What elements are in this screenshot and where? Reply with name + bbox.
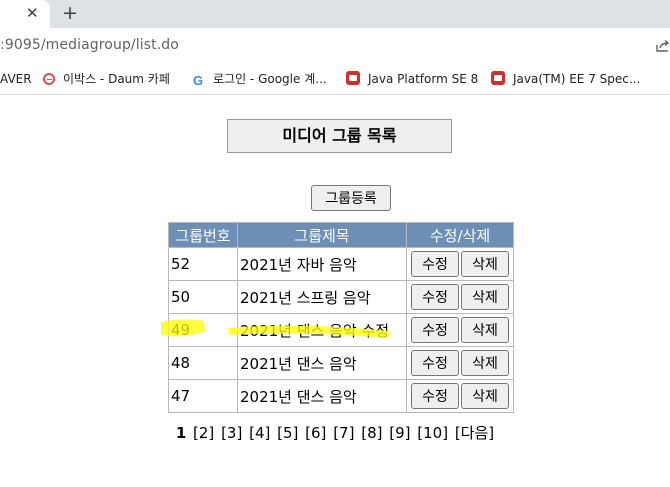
edit-button[interactable]: 수정	[411, 317, 459, 343]
group-title: 2021년 자바 음악	[237, 247, 407, 281]
browser-tab[interactable]: ✕	[0, 0, 50, 28]
row-actions: 수정 삭제	[406, 379, 514, 413]
column-header-group-no: 그룹번호	[168, 222, 238, 248]
delete-button[interactable]: 삭제	[461, 350, 509, 376]
delete-button[interactable]: 삭제	[461, 383, 509, 409]
bookmark-label: Java Platform SE 8	[368, 72, 479, 86]
register-group-button[interactable]: 그룹등록	[311, 185, 391, 211]
row-actions: 수정 삭제	[406, 247, 514, 281]
page-link[interactable]: [10]	[417, 424, 448, 442]
tab-strip: ✕ +	[0, 0, 670, 28]
java-icon	[346, 71, 360, 85]
table-header-row: 그룹번호 그룹제목 수정/삭제	[168, 222, 514, 248]
url-text[interactable]: :9095/mediagroup/list.do	[0, 37, 179, 53]
delete-button[interactable]: 삭제	[461, 284, 509, 310]
page-link[interactable]: [7]	[333, 424, 354, 442]
delete-button[interactable]: 삭제	[461, 317, 509, 343]
bookmark-naver[interactable]: AVER	[0, 71, 32, 89]
group-number: 47	[168, 379, 238, 413]
table-row: 49 2021년 댄스 음악 수정 수정 삭제	[168, 313, 514, 347]
bookmark-label: AVER	[0, 72, 32, 86]
row-actions: 수정 삭제	[406, 346, 514, 380]
group-title: 2021년 댄스 음악	[237, 379, 407, 413]
bookmarks-bar: AVER 이박스 - Daum 카페 G 로그인 - Google 계... Ja…	[0, 64, 670, 95]
bookmark-label: 로그인 - Google 계...	[213, 72, 327, 86]
edit-button[interactable]: 수정	[411, 383, 459, 409]
page-link[interactable]: [8]	[361, 424, 382, 442]
group-table: 그룹번호 그룹제목 수정/삭제 52 2021년 자바 음악 수정 삭제 50 2…	[168, 222, 514, 413]
address-bar[interactable]: :9095/mediagroup/list.do	[0, 28, 670, 64]
column-header-edit-delete: 수정/삭제	[406, 222, 514, 248]
page-link[interactable]: [6]	[305, 424, 326, 442]
row-actions: 수정 삭제	[406, 313, 514, 347]
google-icon: G	[193, 73, 204, 88]
page-current: 1	[175, 424, 187, 442]
row-actions: 수정 삭제	[406, 280, 514, 314]
page-next-link[interactable]: [다음]	[455, 424, 494, 442]
bookmark-label: Java(TM) EE 7 Spec...	[513, 72, 641, 86]
daum-icon	[43, 73, 55, 85]
bookmark-label: 이박스 - Daum 카페	[63, 72, 170, 86]
bookmark-daum-cafe[interactable]: 이박스 - Daum 카페	[43, 71, 170, 89]
bookmark-google-login[interactable]: G 로그인 - Google 계...	[193, 71, 327, 89]
group-number: 52	[168, 247, 238, 281]
bookmark-java-se8[interactable]: Java Platform SE 8	[346, 71, 478, 89]
share-icon[interactable]	[656, 40, 670, 52]
group-number: 48	[168, 346, 238, 380]
page-link[interactable]: [9]	[389, 424, 410, 442]
group-title: 2021년 스프링 음악	[237, 280, 407, 314]
java-icon	[491, 71, 505, 85]
group-title: 2021년 댄스 음악 수정	[237, 313, 407, 347]
table-row: 47 2021년 댄스 음악 수정 삭제	[168, 379, 514, 413]
edit-button[interactable]: 수정	[411, 350, 459, 376]
group-number: 49	[168, 313, 238, 347]
page-title: 미디어 그룹 목록	[227, 119, 452, 153]
edit-button[interactable]: 수정	[411, 284, 459, 310]
group-title: 2021년 댄스 음악	[237, 346, 407, 380]
page-link[interactable]: [5]	[277, 424, 298, 442]
column-header-group-title: 그룹제목	[237, 222, 407, 248]
bookmark-java-ee7[interactable]: Java(TM) EE 7 Spec...	[491, 71, 640, 89]
page-link[interactable]: [2]	[193, 424, 214, 442]
new-tab-icon[interactable]: +	[62, 2, 78, 24]
close-icon[interactable]: ✕	[26, 3, 39, 23]
table-row: 48 2021년 댄스 음악 수정 삭제	[168, 346, 514, 380]
page-link[interactable]: [3]	[221, 424, 242, 442]
table-row: 52 2021년 자바 음악 수정 삭제	[168, 247, 514, 281]
group-number: 50	[168, 280, 238, 314]
page-link[interactable]: [4]	[249, 424, 270, 442]
delete-button[interactable]: 삭제	[461, 251, 509, 277]
edit-button[interactable]: 수정	[411, 251, 459, 277]
table-row: 50 2021년 스프링 음악 수정 삭제	[168, 280, 514, 314]
pagination: 1 [2] [3] [4] [5] [6] [7] [8] [9] [10] […	[0, 422, 670, 443]
